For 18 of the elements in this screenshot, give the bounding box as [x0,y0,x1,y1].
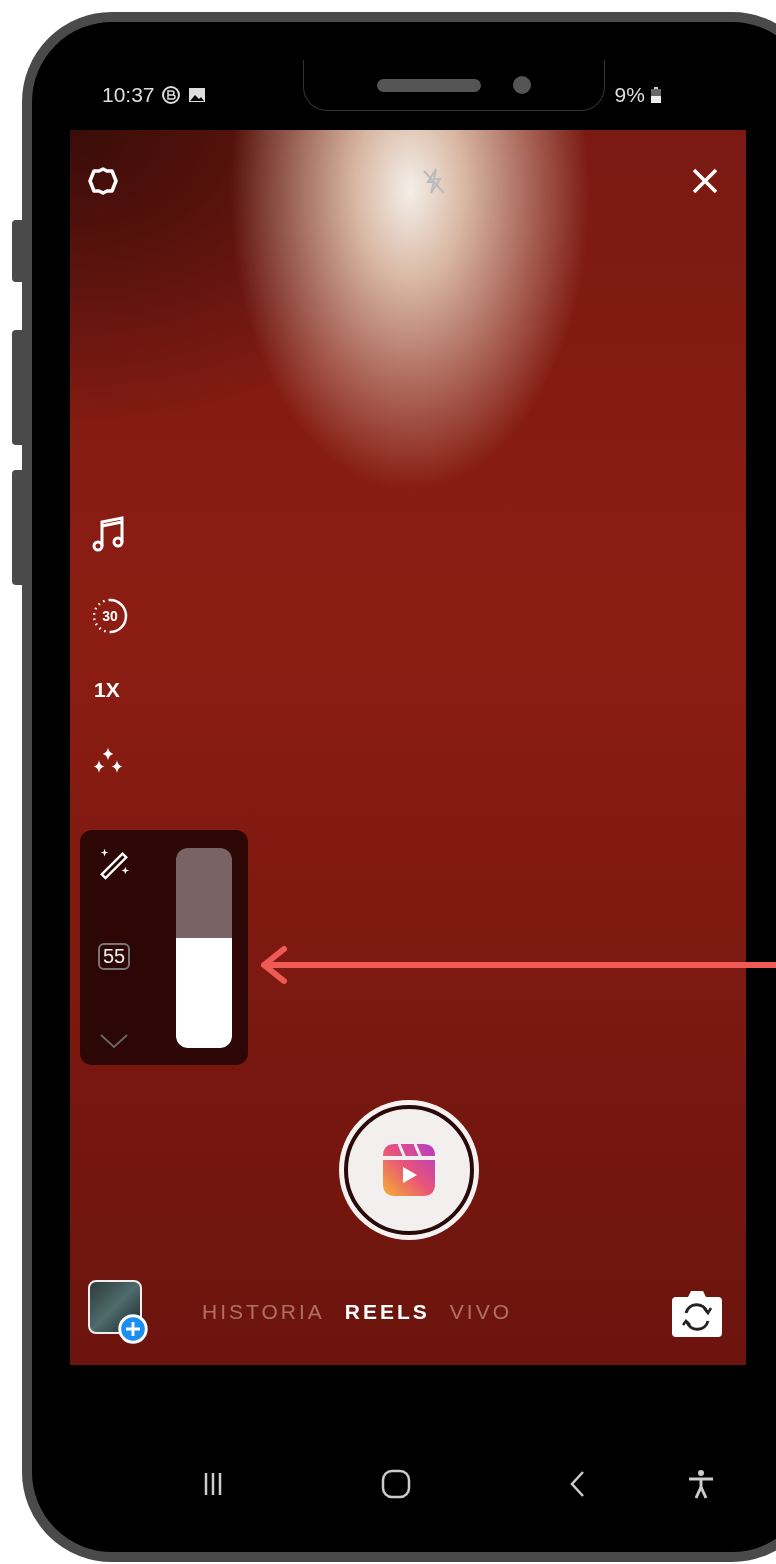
chevron-down-icon[interactable] [99,1033,129,1049]
battery-percent: 9% [614,83,645,107]
level-indicator: 55 [97,943,131,970]
chat-icon [160,85,181,105]
image-icon [186,85,207,105]
gallery-button[interactable] [88,1280,148,1344]
speed-button[interactable]: 1X [94,678,120,702]
status-time: 10:37 [102,83,155,107]
settings-icon[interactable] [88,166,118,196]
home-icon[interactable] [380,1468,411,1499]
music-icon[interactable] [92,514,126,554]
add-badge [118,1314,148,1344]
touch-up-slider[interactable] [176,848,232,1048]
magic-wand-icon[interactable] [97,846,131,880]
battery-icon [650,87,661,103]
mode-tab[interactable]: REELS [344,1300,430,1324]
close-icon[interactable] [690,166,720,196]
timer-button[interactable]: 30 [90,596,130,636]
